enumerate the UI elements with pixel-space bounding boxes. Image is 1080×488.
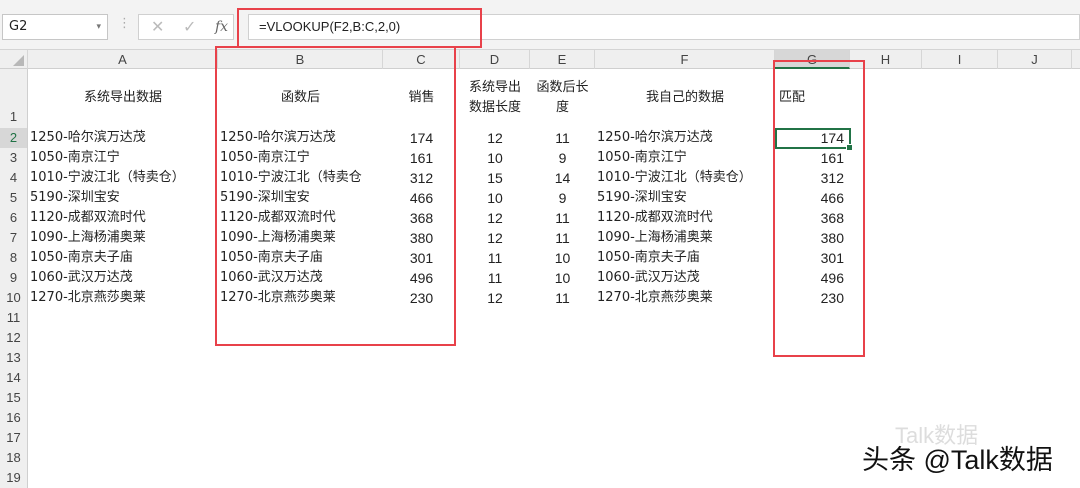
watermark: 头条 @Talk数据 [862, 445, 1053, 475]
cell-f9[interactable]: 1060-武汉万达茂 [597, 268, 773, 288]
cell-d9[interactable]: 11 [462, 268, 528, 288]
function-icon[interactable]: fx [215, 19, 228, 35]
cell-d8[interactable]: 11 [462, 248, 528, 268]
cell-e10[interactable]: 11 [532, 288, 593, 308]
cell-f3[interactable]: 1050-南京江宁 [597, 148, 773, 168]
cell-a2[interactable]: 1250-哈尔滨万达茂 [30, 128, 230, 148]
cell-e9[interactable]: 10 [532, 268, 593, 288]
highlight-box-formula [237, 8, 482, 48]
cell-a6[interactable]: 1120-成都双流时代 [30, 208, 230, 228]
row-header-18[interactable]: 18 [0, 448, 28, 468]
cell-f2[interactable]: 1250-哈尔滨万达茂 [597, 128, 773, 148]
cell-a4[interactable]: 1010-宁波江北（特卖仓） [30, 168, 230, 188]
row-header-16[interactable]: 16 [0, 408, 28, 428]
cell-e2[interactable]: 11 [532, 128, 593, 148]
highlight-box-bc [215, 46, 456, 346]
cell-f8[interactable]: 1050-南京夫子庙 [597, 248, 773, 268]
header-cell-d[interactable]: 系统导出数据长度 [467, 78, 523, 118]
cell-e6[interactable]: 11 [532, 208, 593, 228]
cell-e5[interactable]: 9 [532, 188, 593, 208]
chevron-down-icon[interactable]: ▾ [96, 15, 101, 39]
cell-f7[interactable]: 1090-上海杨浦奥莱 [597, 228, 773, 248]
name-box[interactable]: G2 ▾ [2, 14, 108, 40]
cell-e3[interactable]: 9 [532, 148, 593, 168]
header-cell-e[interactable]: 函数后长度 [535, 78, 591, 118]
cell-f5[interactable]: 5190-深圳宝安 [597, 188, 773, 208]
column-header-i[interactable]: I [922, 50, 998, 69]
cell-a5[interactable]: 5190-深圳宝安 [30, 188, 230, 208]
select-all-button[interactable] [0, 50, 28, 69]
column-header-d[interactable]: D [460, 50, 530, 69]
row-header-14[interactable]: 14 [0, 368, 28, 388]
more-icon: ⋮ [118, 16, 131, 31]
cell-d10[interactable]: 12 [462, 288, 528, 308]
cell-e7[interactable]: 11 [532, 228, 593, 248]
row-header-5[interactable]: 5 [0, 188, 28, 208]
row-header-8[interactable]: 8 [0, 248, 28, 268]
header-cell-a[interactable]: 系统导出数据 [28, 88, 218, 108]
row-header-11[interactable]: 11 [0, 308, 28, 328]
row-header-12[interactable]: 12 [0, 328, 28, 348]
active-cell-g2[interactable] [775, 128, 853, 151]
row-header-3[interactable]: 3 [0, 148, 28, 168]
cell-f6[interactable]: 1120-成都双流时代 [597, 208, 773, 228]
cancel-icon[interactable]: ✕ [151, 17, 164, 36]
confirm-icon[interactable]: ✓ [183, 17, 196, 36]
cell-d5[interactable]: 10 [462, 188, 528, 208]
cell-a3[interactable]: 1050-南京江宁 [30, 148, 230, 168]
row-header-2[interactable]: 2 [0, 128, 28, 148]
cell-e8[interactable]: 10 [532, 248, 593, 268]
row-header-10[interactable]: 10 [0, 288, 28, 308]
row-header-6[interactable]: 6 [0, 208, 28, 228]
formula-buttons: ✕ ✓ fx [138, 14, 234, 40]
row-header-7[interactable]: 7 [0, 228, 28, 248]
cell-a7[interactable]: 1090-上海杨浦奥莱 [30, 228, 230, 248]
cell-d2[interactable]: 12 [462, 128, 528, 148]
highlight-box-g [773, 60, 865, 357]
row-header-13[interactable]: 13 [0, 348, 28, 368]
row-header-1[interactable]: 1 [0, 69, 28, 128]
cell-d3[interactable]: 10 [462, 148, 528, 168]
cell-a8[interactable]: 1050-南京夫子庙 [30, 248, 230, 268]
cell-a10[interactable]: 1270-北京燕莎奥莱 [30, 288, 230, 308]
cell-d6[interactable]: 12 [462, 208, 528, 228]
cell-d4[interactable]: 15 [462, 168, 528, 188]
name-box-value: G2 [9, 19, 28, 34]
cell-d7[interactable]: 12 [462, 228, 528, 248]
column-header-a[interactable]: A [28, 50, 218, 69]
cell-e4[interactable]: 14 [532, 168, 593, 188]
row-header-19[interactable]: 19 [0, 468, 28, 488]
cell-f10[interactable]: 1270-北京燕莎奥莱 [597, 288, 773, 308]
row-header-9[interactable]: 9 [0, 268, 28, 288]
column-header-e[interactable]: E [530, 50, 595, 69]
row-header-4[interactable]: 4 [0, 168, 28, 188]
row-header-17[interactable]: 17 [0, 428, 28, 448]
header-cell-f[interactable]: 我自己的数据 [595, 88, 775, 108]
cell-a9[interactable]: 1060-武汉万达茂 [30, 268, 230, 288]
column-header-j[interactable]: J [998, 50, 1072, 69]
row-header-15[interactable]: 15 [0, 388, 28, 408]
column-header-f[interactable]: F [595, 50, 775, 69]
column-headers: ABCDEFGHIJ [0, 50, 1080, 69]
cell-f4[interactable]: 1010-宁波江北（特卖仓） [597, 168, 773, 188]
formula-toolbar: G2 ▾ ⋮ ✕ ✓ fx =VLOOKUP(F2,B:C,2,0) [0, 0, 1080, 50]
